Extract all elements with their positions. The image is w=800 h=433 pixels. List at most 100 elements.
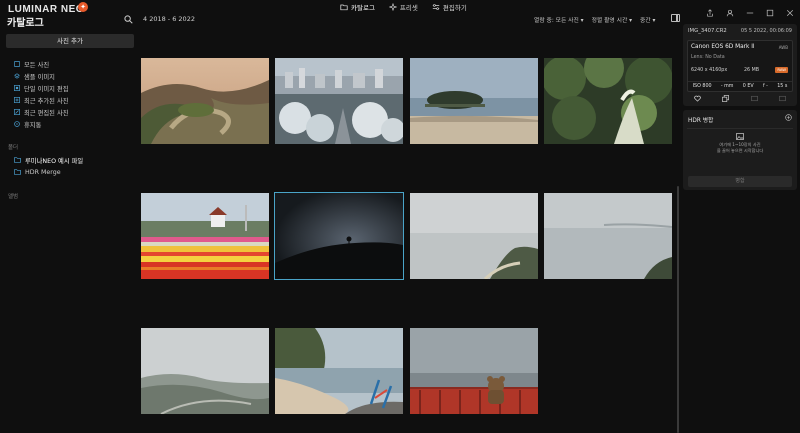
sidebar-item-label: 최근 추가된 사진 [24, 97, 69, 105]
sort-dropdown[interactable]: 정렬 촬영 시간 ▾ [592, 15, 632, 24]
photo-thumbnail[interactable] [141, 193, 269, 279]
tab-catalog[interactable]: 카탈로그 [340, 1, 375, 13]
folder-icon [14, 169, 21, 175]
photo-teddy-bear-view [410, 328, 538, 414]
filter-dropdown[interactable]: 열람 중: 모든 사진 ▾ [534, 15, 584, 24]
brand-badge-icon: ✦ [78, 2, 88, 12]
photo-thumbnail[interactable] [410, 193, 538, 279]
camera-model: Canon EOS 6D Mark II [691, 44, 755, 50]
file-size: 26 MB [744, 68, 760, 73]
page-title: 카탈로그 [7, 18, 44, 29]
sidebar-item-single-edit[interactable]: 단일 이미지 편집 [14, 82, 69, 94]
sidebar-item-recently-edited[interactable]: 최근 편집된 사진 [14, 106, 69, 118]
photos-icon [14, 61, 20, 67]
drop-instructions: 여기에 1~10장의 사진 을 끌어 놓으면 시작합니다 [687, 142, 793, 154]
folder-item-label: HDR Merge [25, 168, 61, 176]
photo-thumbnail[interactable] [141, 328, 269, 414]
sidebar: 사진 추가 모든 사진 샘플 이미지 단일 이미지 편집 최근 추가된 사진 최… [0, 30, 140, 433]
sliders-icon [432, 4, 440, 10]
raw-badge: RAW [775, 67, 788, 73]
window-controls [706, 2, 794, 17]
view-options: 열람 중: 모든 사진 ▾ 정렬 촬영 시간 ▾ 중간 ▾ [534, 15, 655, 24]
lens-info: Lens: No Data [691, 55, 725, 60]
sidebar-item-all-photos[interactable]: 모든 사진 [14, 58, 69, 70]
iso-value: ISO 800 [692, 84, 712, 89]
layers-icon [14, 73, 20, 79]
export-icon[interactable] [779, 95, 787, 102]
photo-thumbnail-selected[interactable] [274, 192, 404, 280]
sidebar-item-recently-added[interactable]: 최근 추가된 사진 [14, 94, 69, 106]
photo-thumbnail[interactable] [275, 328, 403, 414]
photo-grid [140, 30, 680, 433]
title-bar: LUMINAR NEO ✦ 카탈로그 4 2018 - 6 2022 카탈로그 … [0, 0, 800, 30]
folder-item-luminar-samples[interactable]: 루미나NEO 예시 파일 [14, 154, 83, 166]
sidebar-item-label: 최근 편집된 사진 [24, 109, 69, 117]
image-edit-icon [14, 85, 20, 91]
folder-icon [14, 157, 21, 163]
add-icon[interactable] [785, 114, 792, 121]
photo-actions [683, 95, 797, 102]
tab-edit-label: 편집하기 [442, 4, 467, 12]
minimize-icon[interactable] [746, 2, 754, 14]
folder-item-label: 루미나NEO 예시 파일 [25, 157, 84, 165]
account-icon[interactable] [726, 2, 734, 17]
capture-date: 05 5 2022, 00:06:09 [740, 28, 792, 34]
tab-presets[interactable]: 프리셋 [388, 1, 418, 13]
photo-hazy-sea-1 [410, 193, 538, 279]
photo-rocky-beach [275, 328, 403, 414]
albums-section-label: 앨범 [8, 194, 19, 200]
merge-button[interactable]: 병합 [688, 176, 792, 187]
photo-foggy-coast [141, 328, 269, 414]
heart-icon[interactable] [694, 95, 701, 102]
trash-icon [14, 121, 20, 127]
sidebar-item-label: 단일 이미지 편집 [24, 85, 69, 93]
tab-catalog-label: 카탈로그 [351, 4, 375, 12]
date-range[interactable]: 4 2018 - 6 2022 [143, 15, 195, 23]
catalog-nav: 모든 사진 샘플 이미지 단일 이미지 편집 최근 추가된 사진 최근 편집된 … [14, 58, 69, 130]
folder-item-hdr-merge[interactable]: HDR Merge [14, 166, 83, 178]
exposure-value: 0 EV [742, 84, 754, 89]
file-name: IMG_3407.CR2 [688, 28, 727, 34]
gallery-scrollbar[interactable] [677, 186, 679, 433]
recent-edit-icon [14, 109, 20, 115]
filter-dropdown-label: 열람 중: 모든 사진 [534, 18, 579, 24]
thumb-size-dropdown[interactable]: 중간 ▾ [640, 15, 655, 24]
folders-section-label: 폴더 [8, 145, 19, 151]
exif-values: ISO 800 - mm 0 EV f - 15 s [688, 81, 792, 89]
copy-icon[interactable] [722, 95, 730, 102]
focal-length: - mm [720, 84, 734, 89]
photo-thumbnail[interactable] [410, 328, 538, 414]
hdr-title: HDR 병합 [688, 118, 714, 124]
share-icon[interactable] [706, 2, 714, 17]
search-icon[interactable] [124, 15, 133, 24]
tab-presets-label: 프리셋 [399, 4, 418, 12]
panel-toggle-icon[interactable] [671, 14, 680, 22]
close-icon[interactable] [786, 2, 794, 17]
shutter-speed: 15 s [777, 84, 788, 89]
hdr-merge-panel: HDR 병합 여기에 1~10장의 사진 을 끌어 놓으면 시작합니다 병합 [683, 110, 797, 190]
top-tabs: 카탈로그 프리셋 편집하기 [340, 1, 467, 13]
compare-icon[interactable] [750, 95, 758, 102]
maximize-icon[interactable] [766, 2, 774, 17]
sidebar-item-sample-images[interactable]: 샘플 이미지 [14, 70, 69, 82]
white-balance: AWB [778, 45, 788, 50]
photo-hazy-sea-2 [544, 193, 672, 279]
drop-line-2: 을 끌어 놓으면 시작합니다 [716, 148, 764, 153]
exif-box: Canon EOS 6D Mark II AWB Lens: No Data 6… [687, 40, 793, 92]
photo-info-card: IMG_3407.CR2 05 5 2022, 00:06:09 Canon E… [683, 24, 797, 106]
photo-thumbnail[interactable] [544, 193, 672, 279]
sidebar-item-trash[interactable]: 휴지통 [14, 118, 69, 130]
photo-thumbnail[interactable] [410, 58, 538, 144]
photo-thumbnail[interactable] [141, 58, 269, 144]
photo-thumbnail[interactable] [544, 58, 672, 144]
photo-forest-path [544, 58, 672, 144]
add-photo-button[interactable]: 사진 추가 [6, 34, 134, 48]
hdr-drop-zone[interactable]: 여기에 1~10장의 사진 을 끌어 놓으면 시작합니다 [687, 128, 793, 172]
photo-night-hill [275, 193, 403, 279]
thumb-size-label: 중간 [640, 18, 651, 24]
tab-edit[interactable]: 편집하기 [432, 1, 467, 13]
photo-thumbnail[interactable] [275, 58, 403, 144]
sort-dropdown-label: 정렬 촬영 시간 [591, 18, 628, 24]
images-icon [736, 133, 744, 140]
sidebar-item-label: 샘플 이미지 [24, 73, 55, 81]
